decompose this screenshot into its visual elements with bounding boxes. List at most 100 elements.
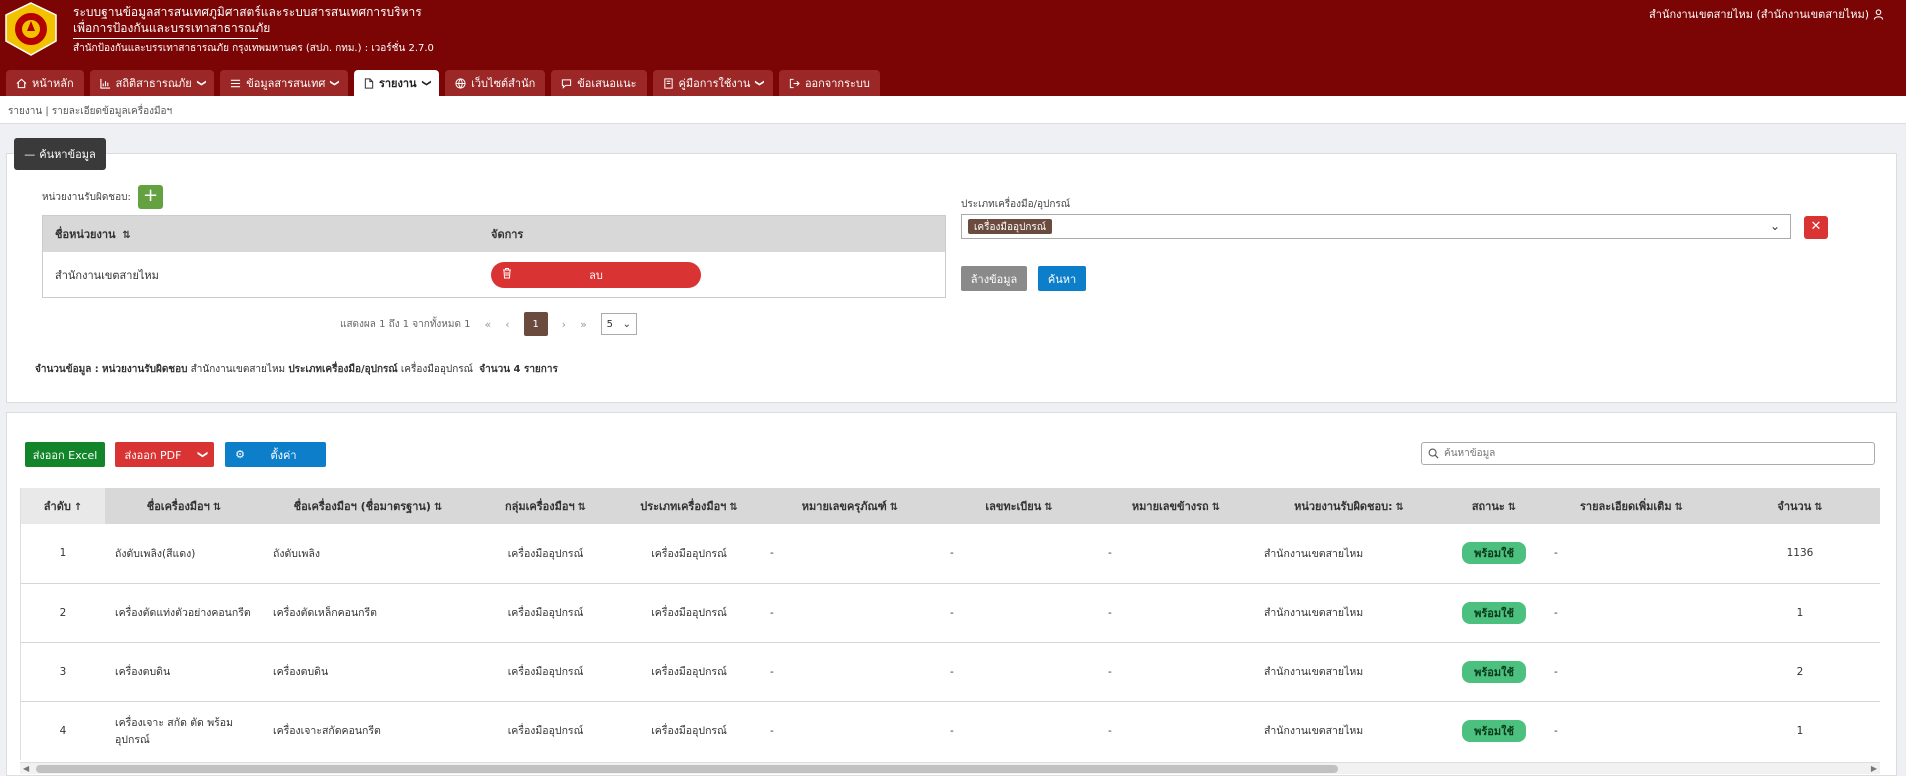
cell-responsible: สำนักงานเขตสายไหม: [1254, 583, 1444, 643]
sort-asc-icon: ↑: [73, 502, 83, 513]
data-search-input[interactable]: [1444, 448, 1864, 459]
equipment-type-select[interactable]: เครื่องมืออุปกรณ์ ⌄: [961, 214, 1791, 239]
summary-count: จำนวน 4 รายการ: [479, 364, 558, 375]
col-registration[interactable]: เลขทะเบียน ⇅: [940, 488, 1098, 524]
export-excel-button[interactable]: ส่งออก Excel: [25, 442, 105, 467]
summary-prefix: จำนวนข้อมูล :: [35, 364, 99, 375]
clear-type-button[interactable]: ✕: [1804, 216, 1828, 239]
sort-icon: ⇅: [1211, 502, 1221, 513]
tab-user-manual[interactable]: คู่มือการใช้งาน ❯: [652, 70, 773, 96]
sort-icon: ⇅: [1044, 502, 1053, 513]
tab-feedback[interactable]: ข้อเสนอแนะ: [551, 70, 647, 96]
page-number-button[interactable]: 1: [523, 312, 548, 336]
cell-seq: 4: [21, 701, 105, 760]
add-unit-button[interactable]: +: [138, 185, 163, 209]
cell-seq: 1: [21, 524, 105, 584]
manage-column-header: จัดการ: [491, 228, 524, 241]
summary-resp-val: สำนักงานเขตสายไหม: [190, 364, 286, 375]
clear-data-button[interactable]: ล้างข้อมูล: [961, 266, 1027, 291]
cell-vehicle-number: -: [1098, 524, 1254, 584]
delete-unit-button[interactable]: ลบ: [491, 262, 701, 288]
breadcrumb: รายงาน | รายละเอียดข้อมูลเครื่องมือฯ: [0, 96, 1906, 124]
next-page-button[interactable]: ›: [562, 318, 566, 331]
col-status[interactable]: สถานะ ⇅: [1444, 488, 1544, 524]
trash-icon: [503, 268, 511, 279]
tab-information[interactable]: ข้อมูลสารสนเทศ ❯: [220, 70, 348, 96]
cell-equipment-name: ถังดับเพลิง(สีแดง): [105, 524, 263, 584]
search-panel-toggle-button[interactable]: — ค้นหาข้อมูล: [14, 138, 106, 170]
table-horizontal-scrollbar[interactable]: ◀ ▶: [20, 762, 1880, 774]
col-asset-number[interactable]: หมายเลขครุภัณฑ์ ⇅: [760, 488, 940, 524]
data-search-box: [1421, 442, 1875, 465]
cell-details: -: [1544, 524, 1719, 584]
cell-type: เครื่องมืออุปกรณ์: [618, 642, 760, 702]
tab-logout-label: ออกจากระบบ: [804, 77, 870, 90]
search-icon: [1428, 448, 1439, 459]
summary-resp-key: หน่วยงานรับผิดชอบ: [102, 364, 188, 375]
tab-website[interactable]: เว็บไซต์สำนัก: [445, 70, 546, 96]
chevron-down-icon[interactable]: ❯: [197, 443, 208, 466]
scrollbar-thumb[interactable]: [36, 765, 1338, 773]
app-title-line2: เพื่อการป้องกันและบรรเทาสาธารณภัย: [73, 21, 271, 35]
settings-button[interactable]: ⚙ ตั้งค่า: [225, 442, 326, 467]
export-pdf-label: ส่งออก PDF: [124, 448, 182, 462]
chevron-down-icon: ❯: [329, 79, 340, 87]
cell-standard-name: ถังดับเพลิง: [263, 524, 473, 584]
selected-type-chip: เครื่องมืออุปกรณ์: [968, 219, 1053, 234]
status-badge: พร้อมใช้: [1462, 601, 1526, 624]
col-vehicle-number[interactable]: หมายเลขข้างรถ ⇅: [1098, 488, 1254, 524]
chevron-down-icon: ❯: [754, 79, 765, 87]
cell-registration: -: [940, 642, 1098, 702]
cell-type: เครื่องมืออุปกรณ์: [618, 583, 760, 643]
app-header: ระบบฐานข้อมูลสารสนเทศภูมิศาสตร์และระบบสา…: [0, 0, 1906, 96]
cell-details: -: [1544, 583, 1719, 643]
col-seq[interactable]: ลำดับ ↑: [21, 488, 105, 524]
cell-status: พร้อมใช้: [1444, 642, 1544, 702]
delete-unit-label: ลบ: [589, 269, 603, 282]
cell-group: เครื่องมืออุปกรณ์: [473, 524, 618, 584]
col-responsible[interactable]: หน่วยงานรับผิดชอบ: ⇅: [1254, 488, 1444, 524]
prev-page-button[interactable]: ‹: [505, 318, 509, 331]
cell-responsible: สำนักงานเขตสายไหม: [1254, 701, 1444, 760]
chevron-down-icon: ⌄: [1769, 219, 1780, 233]
col-quantity[interactable]: จำนวน ⇅: [1719, 488, 1880, 524]
cell-type: เครื่องมืออุปกรณ์: [618, 524, 760, 584]
cell-vehicle-number: -: [1098, 701, 1254, 760]
tab-reports-label: รายงาน: [378, 77, 417, 90]
cell-registration: -: [940, 583, 1098, 643]
cell-details: -: [1544, 701, 1719, 760]
col-details[interactable]: รายละเอียดเพิ่มเติม ⇅: [1544, 488, 1719, 524]
app-subtitle: สำนักป้องกันและบรรเทาสาธารณภัย กรุงเทพมห…: [73, 43, 434, 54]
sort-icon: ⇅: [212, 502, 222, 513]
tab-logout[interactable]: ออกจากระบบ: [778, 70, 880, 96]
list-icon: [231, 79, 241, 87]
col-standard-name[interactable]: ชื่อเครื่องมือฯ (ชื่อมาตรฐาน) ⇅: [263, 488, 473, 524]
tab-reports[interactable]: รายงาน ❯: [353, 70, 440, 96]
col-equipment-name[interactable]: ชื่อเครื่องมือฯ ⇅: [105, 488, 263, 524]
cell-registration: -: [940, 701, 1098, 760]
first-page-button[interactable]: «: [485, 318, 492, 331]
cell-quantity: 2: [1719, 642, 1880, 702]
cell-group: เครื่องมืออุปกรณ์: [473, 583, 618, 643]
tab-home[interactable]: หน้าหลัก: [6, 70, 84, 96]
cell-equipment-name: เครื่องตบดิน: [105, 642, 263, 702]
cell-vehicle-number: -: [1098, 583, 1254, 643]
col-type[interactable]: ประเภทเครื่องมือฯ ⇅: [618, 488, 760, 524]
sort-icon: ⇅: [1814, 502, 1823, 513]
tab-home-label: หน้าหลัก: [32, 77, 74, 90]
tab-disaster-stats[interactable]: สถิติสาธารณภัย ❯: [89, 70, 215, 96]
user-menu[interactable]: สำนักงานเขตสายไหม (สำนักงานเขตสายไหม): [1649, 5, 1884, 23]
col-group[interactable]: กลุ่มเครื่องมือฯ ⇅: [473, 488, 618, 524]
plus-icon: +: [142, 185, 159, 206]
last-page-button[interactable]: »: [580, 318, 587, 331]
tab-website-label: เว็บไซต์สำนัก: [471, 77, 536, 90]
cell-equipment-name: เครื่องตัดแท่งตัวอย่างคอนกรีต: [105, 583, 263, 643]
search-button[interactable]: ค้นหา: [1038, 266, 1086, 291]
scroll-left-icon[interactable]: ◀: [23, 763, 29, 775]
minus-icon: —: [24, 147, 36, 161]
page-size-select[interactable]: 5 ⌄: [600, 313, 637, 335]
export-pdf-button[interactable]: ส่งออก PDF ❯: [115, 442, 214, 467]
unit-name-column-header[interactable]: ชื่อหน่วยงาน ⇅: [43, 225, 491, 243]
scroll-right-icon[interactable]: ▶: [1871, 763, 1877, 775]
summary-type-key: ประเภทเครื่องมือ/อุปกรณ์: [288, 364, 398, 375]
